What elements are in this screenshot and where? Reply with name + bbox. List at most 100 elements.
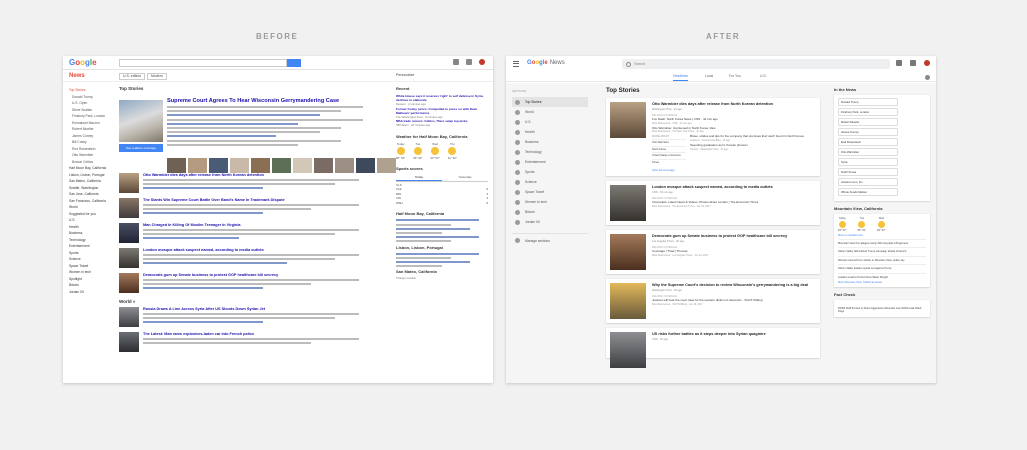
topic-chip[interactable]: Otto Warmbier: [838, 148, 898, 156]
modern-select[interactable]: Modern: [147, 73, 167, 80]
world-section-title[interactable]: World »: [119, 299, 389, 304]
story-thumbnail[interactable]: [119, 307, 139, 327]
search-input[interactable]: [119, 59, 287, 67]
nav-item[interactable]: Business: [512, 137, 588, 147]
thumbnail[interactable]: [188, 158, 207, 173]
story-title[interactable]: Otto Warmbier dies days after release fr…: [652, 102, 816, 107]
thumbnail[interactable]: [314, 158, 333, 173]
topic-chip[interactable]: Syria: [838, 158, 898, 166]
story-thumbnail[interactable]: [119, 223, 139, 243]
nav-item[interactable]: Technology: [512, 147, 588, 157]
topic-chip[interactable]: Whole Foods Market: [838, 188, 898, 196]
topic-chip[interactable]: Finsbury Park, London: [838, 108, 898, 116]
score-row[interactable]: WSH 6: [396, 201, 488, 206]
topic-chip[interactable]: North Korea: [838, 168, 898, 176]
story-thumbnail[interactable]: [610, 185, 646, 222]
apps-icon[interactable]: [453, 59, 459, 65]
tab-headlines[interactable]: Headlines: [673, 74, 689, 81]
nav-item[interactable]: Bitcoin: [512, 207, 588, 217]
sidebar-item[interactable]: Jordan XII: [69, 289, 113, 296]
topic-chip[interactable]: Robert Mueller: [838, 118, 898, 126]
story-title[interactable]: London mosque attack suspect named, acco…: [143, 248, 264, 252]
nav-item[interactable]: Sports: [512, 167, 588, 177]
nav-item[interactable]: Science: [512, 177, 588, 187]
nav-item[interactable]: Women in tech: [512, 197, 588, 207]
google-news-logo[interactable]: Google News: [527, 60, 565, 66]
thumbnail[interactable]: [167, 158, 186, 173]
thumbnail[interactable]: [335, 158, 354, 173]
nav-item[interactable]: Entertainment: [512, 157, 588, 167]
thumbnail[interactable]: [272, 158, 291, 173]
story-title[interactable]: Why the Supreme Court's decision to revi…: [652, 283, 816, 288]
story-title[interactable]: US risks further battles as it steps dee…: [652, 332, 816, 337]
story-title[interactable]: Democrats gum up Senate business to prot…: [652, 234, 816, 239]
avatar[interactable]: [479, 59, 485, 65]
more-local-link[interactable]: More Mountain View, California stories: [838, 281, 926, 284]
story-title[interactable]: Otto Warmbier dies days after release fr…: [143, 173, 264, 177]
local-story[interactable]: Leaders Lead to Protest New Water Weight: [838, 272, 926, 279]
local-story[interactable]: Mountain View firm alleges nearly 200 co…: [838, 239, 926, 245]
local-story[interactable]: Silicon Valley leaders speak out against…: [838, 264, 926, 270]
story-thumbnail[interactable]: [119, 273, 139, 293]
fact-check-story[interactable]: RNSS Staff Forced to Shoot Aggressive Mo…: [838, 305, 926, 314]
nav-item[interactable]: Jordan XII: [512, 217, 588, 227]
recent-item[interactable]: White House says it reserves 'right' to …: [396, 94, 488, 102]
local-story[interactable]: Woman rescued from shelter in Mountain V…: [838, 255, 926, 262]
settings-icon[interactable]: [910, 60, 916, 66]
story-title[interactable]: The Slants Win Supreme Court Battle Over…: [143, 198, 285, 202]
story-thumbnail[interactable]: [610, 332, 646, 369]
thumbnail[interactable]: [356, 158, 375, 173]
edition-select[interactable]: U.S. edition: [119, 73, 146, 80]
sports-tab-yesterday[interactable]: Yesterday: [442, 174, 488, 181]
gear-icon[interactable]: [925, 75, 930, 80]
tab-local[interactable]: Local: [705, 74, 713, 78]
thumbnail[interactable]: [209, 158, 228, 173]
nav-item[interactable]: Top Stories: [512, 97, 588, 107]
nav-item[interactable]: U.S.: [512, 117, 588, 127]
personalize-link[interactable]: Personalize: [396, 73, 414, 77]
realtime-coverage-button[interactable]: See realtime coverage: [119, 144, 163, 152]
tab-for-you[interactable]: For You: [729, 74, 741, 78]
topic-chip[interactable]: James Comey: [838, 128, 898, 136]
recent-item[interactable]: Former Cosby jurors: Compelled to press …: [396, 107, 488, 115]
nav-item[interactable]: Health: [512, 127, 588, 137]
manage-sections-link[interactable]: Manage sections: [512, 233, 588, 243]
sports-tab-today[interactable]: Today: [396, 174, 442, 181]
avatar[interactable]: [924, 60, 930, 66]
topic-chip[interactable]: Amazon.com, Inc.: [838, 178, 898, 186]
story-thumbnail[interactable]: [610, 234, 646, 271]
story-thumbnail[interactable]: [610, 102, 646, 138]
story-thumbnail[interactable]: [119, 173, 139, 193]
topic-chip[interactable]: Donald Trump: [838, 98, 898, 106]
apps-icon[interactable]: [896, 60, 902, 66]
story-title[interactable]: Russia Draws A Line Across Syria After U…: [143, 307, 265, 311]
hero-title[interactable]: Supreme Court Agrees To Hear Wisconsin G…: [167, 98, 339, 104]
story-thumbnail[interactable]: [119, 248, 139, 268]
menu-icon[interactable]: [513, 61, 519, 68]
change-location-link[interactable]: Change location: [396, 277, 488, 281]
topic-chip[interactable]: Rod Rosenstein: [838, 138, 898, 146]
story-thumbnail[interactable]: [119, 198, 139, 218]
hero-image[interactable]: [119, 100, 163, 142]
tab-us[interactable]: U.S.: [760, 74, 767, 78]
thumbnail[interactable]: [230, 158, 249, 173]
full-coverage-link[interactable]: View full coverage: [652, 168, 816, 172]
thumbnail[interactable]: [293, 158, 312, 173]
thumbnail[interactable]: [251, 158, 270, 173]
thumbnail[interactable]: [377, 158, 396, 173]
nav-item[interactable]: World: [512, 107, 588, 117]
search-button[interactable]: [287, 59, 301, 67]
entity-chip[interactable]: Korea: [652, 158, 686, 165]
story-thumbnail[interactable]: [610, 283, 646, 320]
search-input[interactable]: Search: [622, 59, 890, 69]
story-title[interactable]: Democrats gum up Senate business to prot…: [143, 273, 278, 277]
nav-item[interactable]: Space Travel: [512, 187, 588, 197]
settings-icon[interactable]: [466, 59, 472, 65]
story-title[interactable]: London mosque attack suspect named, acco…: [652, 185, 816, 190]
story-title[interactable]: Man Charged In Killing Of Muslim Teenage…: [143, 223, 241, 227]
story-title[interactable]: The Latest: Man rams explosives-laden ca…: [143, 332, 254, 336]
weather-link[interactable]: More on weather.com: [838, 234, 926, 237]
story-thumbnail[interactable]: [119, 332, 139, 352]
local-story[interactable]: Silicon Valley falls behind Trump campai…: [838, 247, 926, 253]
google-logo[interactable]: Google: [69, 58, 97, 67]
